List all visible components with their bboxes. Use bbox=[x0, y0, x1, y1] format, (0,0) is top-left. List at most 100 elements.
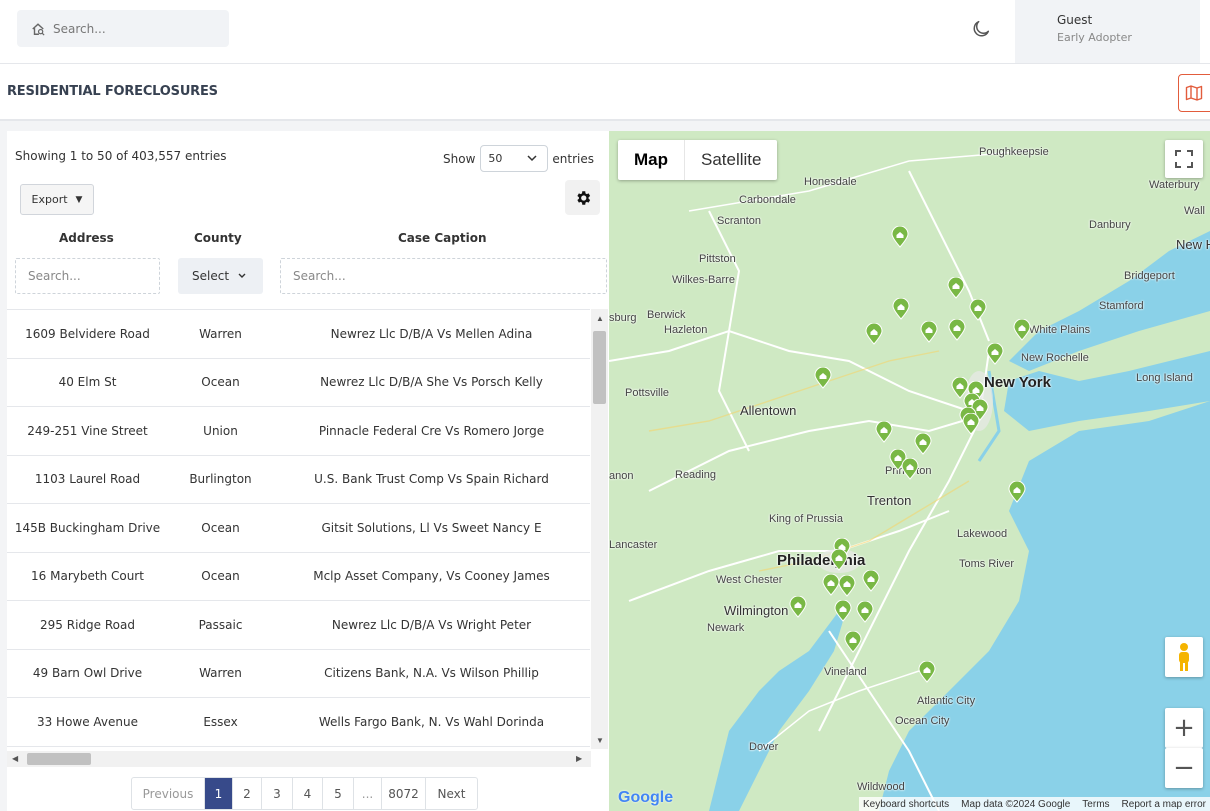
scroll-left-icon[interactable]: ◀ bbox=[12, 755, 18, 763]
map-type-map[interactable]: Map bbox=[618, 140, 685, 180]
caption-filter-input[interactable] bbox=[280, 258, 607, 294]
map-place-label: Stamford bbox=[1099, 300, 1144, 312]
foreclosure-marker-icon[interactable] bbox=[856, 601, 874, 623]
page-size-control: Show 50 entries bbox=[443, 145, 594, 172]
table-row[interactable]: 145B Buckingham Drive Ocean Gitsit Solutio… bbox=[7, 504, 590, 553]
map-place-label: New York bbox=[984, 374, 1051, 391]
pagination-page[interactable]: 5 bbox=[323, 778, 354, 809]
pagination-page[interactable]: 4 bbox=[293, 778, 323, 809]
foreclosure-marker-icon[interactable] bbox=[1013, 319, 1031, 341]
row-county: Ocean bbox=[201, 520, 240, 535]
foreclosure-marker-icon[interactable] bbox=[814, 367, 832, 389]
foreclosure-marker-icon[interactable] bbox=[865, 323, 883, 345]
table-row[interactable]: 249-251 Vine Street Union Pinnacle Federal… bbox=[7, 407, 590, 456]
foreclosure-marker-icon[interactable] bbox=[962, 413, 980, 435]
horizontal-scrollbar[interactable]: ◀ ▶ bbox=[7, 751, 591, 767]
page-size-select[interactable]: 50 bbox=[480, 145, 549, 172]
foreclosure-marker-icon[interactable] bbox=[834, 600, 852, 622]
zoom-out-button[interactable]: − bbox=[1165, 748, 1203, 788]
foreclosure-marker-icon[interactable] bbox=[986, 343, 1004, 365]
scroll-up-icon[interactable]: ▲ bbox=[596, 315, 604, 323]
foreclosure-marker-icon[interactable] bbox=[789, 596, 807, 618]
vertical-scroll-thumb[interactable] bbox=[593, 331, 606, 404]
entries-info: Showing 1 to 50 of 403,557 entries bbox=[15, 149, 227, 163]
pagination-page[interactable]: 8072 bbox=[382, 778, 426, 809]
row-county: Passaic bbox=[198, 617, 243, 632]
global-search[interactable] bbox=[17, 10, 229, 47]
column-header-address[interactable]: Address bbox=[59, 231, 114, 245]
address-filter-input[interactable] bbox=[15, 258, 160, 294]
user-role: Early Adopter bbox=[1057, 31, 1132, 44]
foreclosure-marker-icon[interactable] bbox=[838, 575, 856, 597]
row-address: 295 Ridge Road bbox=[40, 617, 135, 632]
column-header-county[interactable]: County bbox=[194, 231, 242, 245]
vertical-scrollbar[interactable]: ▲ ▼ bbox=[591, 309, 608, 749]
pagination-page[interactable]: 2 bbox=[233, 778, 262, 809]
table-row[interactable]: 33 Howe Avenue Essex Wells Fargo Bank, N. … bbox=[7, 698, 590, 747]
map-place-label: Philadelphia bbox=[777, 552, 866, 569]
map-type-satellite[interactable]: Satellite bbox=[685, 140, 777, 180]
foreclosure-marker-icon[interactable] bbox=[920, 321, 938, 343]
map-type-control: Map Satellite bbox=[618, 140, 778, 180]
row-address: 16 Marybeth Court bbox=[31, 569, 144, 584]
map-place-label: Allentown bbox=[740, 403, 797, 418]
foreclosure-marker-icon[interactable] bbox=[830, 549, 848, 571]
foreclosure-marker-icon[interactable] bbox=[892, 298, 910, 320]
scroll-down-icon[interactable]: ▼ bbox=[596, 737, 604, 745]
pagination-page[interactable]: 3 bbox=[262, 778, 293, 809]
foreclosure-marker-icon[interactable] bbox=[918, 661, 936, 683]
horizontal-scroll-thumb[interactable] bbox=[27, 753, 91, 765]
foreclosure-map[interactable]: Poughkeepsie Honesdale Carbondale Scranton W… bbox=[609, 131, 1210, 811]
column-header-case-caption[interactable]: Case Caption bbox=[398, 231, 487, 245]
column-settings-button[interactable] bbox=[565, 180, 600, 215]
home-search-icon bbox=[32, 22, 45, 36]
foreclosure-marker-icon[interactable] bbox=[901, 458, 919, 480]
table-row[interactable]: 295 Ridge Road Passaic Newrez Llc D/B/A Vs… bbox=[7, 601, 590, 650]
foreclosure-marker-icon[interactable] bbox=[844, 631, 862, 653]
row-county: Warren bbox=[199, 326, 242, 341]
table-row[interactable]: 40 Elm St Ocean Newrez Llc D/B/A She Vs Po… bbox=[7, 359, 590, 407]
table-row[interactable]: 1609 Belvidere Road Warren Newrez Llc D/B/… bbox=[7, 310, 590, 359]
street-view-button[interactable] bbox=[1165, 637, 1203, 677]
keyboard-shortcuts-link[interactable]: Keyboard shortcuts bbox=[863, 799, 949, 810]
map-toggle-button[interactable] bbox=[1178, 74, 1210, 112]
pagination-previous[interactable]: Previous bbox=[132, 778, 205, 809]
foreclosure-marker-icon[interactable] bbox=[947, 277, 965, 299]
top-bar: Guest Early Adopter bbox=[0, 0, 1210, 64]
table-row[interactable]: 16 Marybeth Court Ocean Mclp Asset Company… bbox=[7, 553, 590, 601]
foreclosure-marker-icon[interactable] bbox=[1008, 481, 1026, 503]
scroll-right-icon[interactable]: ▶ bbox=[576, 755, 582, 763]
export-button[interactable]: Export ▼ bbox=[20, 184, 94, 215]
map-attribution: Keyboard shortcuts Map data ©2024 Google… bbox=[859, 797, 1210, 811]
foreclosure-marker-icon[interactable] bbox=[862, 570, 880, 592]
zoom-in-button[interactable]: + bbox=[1165, 708, 1203, 748]
county-filter-value: Select bbox=[192, 269, 230, 283]
fullscreen-icon bbox=[1175, 150, 1193, 168]
row-county: Ocean bbox=[201, 569, 240, 584]
dark-mode-icon[interactable] bbox=[970, 18, 992, 40]
row-county: Union bbox=[203, 423, 238, 438]
table-row[interactable]: 1103 Laurel Road Burlington U.S. Bank Trus… bbox=[7, 456, 590, 504]
pagination-next[interactable]: Next bbox=[426, 778, 477, 809]
map-place-label: New Rochelle bbox=[1021, 352, 1089, 364]
map-place-label: Toms River bbox=[959, 558, 1015, 570]
county-filter-select[interactable]: Select bbox=[178, 258, 263, 294]
foreclosure-marker-icon[interactable] bbox=[875, 421, 893, 443]
foreclosure-marker-icon[interactable] bbox=[948, 319, 966, 341]
foreclosure-marker-icon[interactable] bbox=[969, 299, 987, 321]
pagination-page[interactable]: 1 bbox=[205, 778, 233, 809]
table-row[interactable]: 49 Barn Owl Drive Warren Citizens Bank, N.… bbox=[7, 650, 590, 698]
table-body: 1609 Belvidere Road Warren Newrez Llc D/B/… bbox=[7, 309, 590, 749]
foreclosure-marker-icon[interactable] bbox=[914, 433, 932, 455]
map-place-label: anon bbox=[609, 470, 634, 482]
user-menu[interactable]: Guest Early Adopter bbox=[1015, 0, 1200, 63]
global-search-input[interactable] bbox=[53, 21, 213, 36]
terms-link[interactable]: Terms bbox=[1082, 799, 1109, 810]
report-error-link[interactable]: Report a map error bbox=[1122, 799, 1206, 810]
map-place-label: Hazleton bbox=[664, 324, 708, 336]
foreclosure-marker-icon[interactable] bbox=[891, 226, 909, 248]
row-address: 145B Buckingham Drive bbox=[14, 520, 161, 535]
fullscreen-button[interactable] bbox=[1165, 140, 1203, 178]
map-place-label: King of Prussia bbox=[769, 513, 843, 525]
map-place-label: Bridgeport bbox=[1124, 270, 1175, 282]
